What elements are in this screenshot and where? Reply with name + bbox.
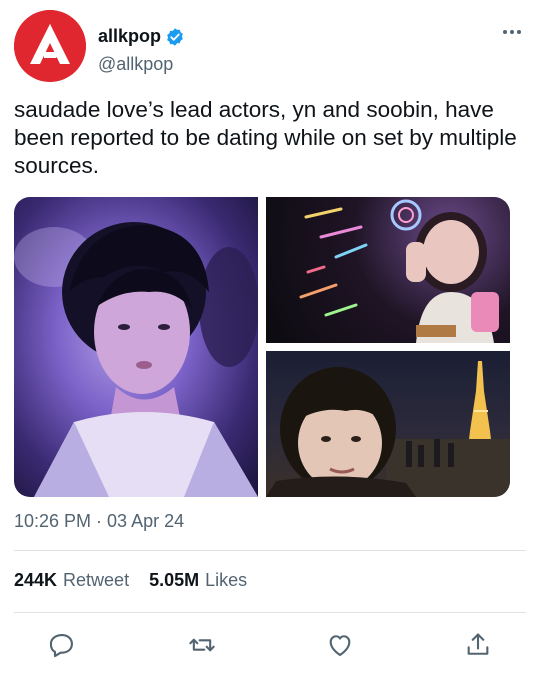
retweets-count[interactable]: 244K [14,570,57,591]
concert-photo[interactable] [14,197,258,497]
allkpop-logo-icon [14,10,86,82]
likes-count[interactable]: 5.05M [149,570,199,591]
action-bar [0,625,540,665]
bubble-wand-photo[interactable] [266,197,510,343]
eiffel-tower-selfie-art [266,361,510,497]
tweet-timestamp[interactable]: 10:26 PM · 03 Apr 24 [14,511,184,532]
engagement-stats: 244K Retweet 5.05M Likes [14,570,267,591]
display-name[interactable]: allkpop [98,26,161,47]
handle[interactable]: @allkpop [98,54,173,75]
retweets-label[interactable]: Retweet [63,570,129,591]
reply-icon[interactable] [48,631,76,659]
display-name-row[interactable]: allkpop [98,26,185,47]
tweet-text: saudade love’s lead actors, yn and soobi… [14,97,517,178]
bubble-wand-photo-art [299,199,499,343]
concert-photo-art [14,222,258,497]
eiffel-tower-selfie[interactable] [266,351,510,497]
media-grid [14,197,510,497]
avatar[interactable] [14,10,86,82]
share-icon[interactable] [464,631,492,659]
tweet-header: allkpop @allkpop [14,10,526,86]
verified-badge-icon [167,27,183,46]
more-options-icon[interactable] [500,24,524,40]
divider [14,612,526,613]
likes-label[interactable]: Likes [205,570,247,591]
like-icon[interactable] [326,631,354,659]
divider [14,550,526,551]
retweet-icon[interactable] [188,631,216,659]
